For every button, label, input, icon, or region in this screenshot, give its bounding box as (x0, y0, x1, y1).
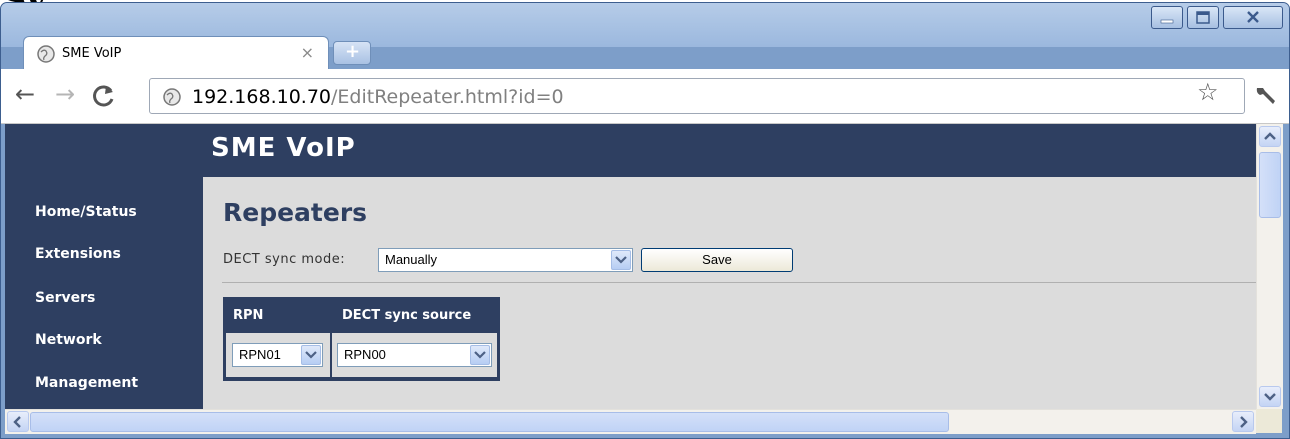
tab-title: SME VoIP (62, 46, 122, 61)
chevron-down-icon (301, 345, 321, 365)
forward-arrow-icon[interactable]: → (55, 82, 75, 106)
vertical-scroll-thumb[interactable] (1259, 152, 1281, 218)
address-bar[interactable]: 192.168.10.70/EditRepeater.html?id=0 (149, 78, 1245, 114)
scroll-left-button[interactable] (7, 411, 29, 432)
browser-toolbar: ← → 192.168.10.70/EditRepeater.html?id=0… (1, 69, 1289, 124)
maximize-button[interactable] (1187, 6, 1219, 29)
minimize-button[interactable] (1151, 6, 1183, 29)
sync-mode-label: DECT sync mode: (223, 252, 346, 267)
new-tab-button[interactable]: + (333, 41, 371, 65)
minimize-icon (1160, 19, 1174, 24)
sidebar-item-extensions[interactable]: Extensions (35, 246, 121, 262)
save-button[interactable]: Save (641, 248, 793, 272)
table-cell-rpn: RPN01 (226, 333, 330, 377)
table-cell-sync-source: RPN00 (332, 333, 497, 377)
wrench-icon[interactable] (1253, 81, 1279, 107)
divider (222, 282, 1256, 283)
repeater-table: RPN DECT sync source RPN01 RPN00 (223, 297, 500, 381)
scroll-up-button[interactable] (1259, 126, 1281, 147)
scroll-right-button[interactable] (1232, 411, 1254, 432)
tab-close-icon[interactable]: × (301, 43, 314, 62)
back-arrow-icon[interactable]: ← (15, 82, 35, 106)
url-text: 192.168.10.70/EditRepeater.html?id=0 (192, 86, 564, 108)
vertical-scrollbar[interactable] (1256, 124, 1283, 409)
column-header-rpn: RPN (233, 308, 264, 323)
maximize-icon (1196, 11, 1210, 24)
sync-mode-select[interactable]: Manually (378, 248, 633, 272)
chevron-right-icon (1240, 416, 1248, 428)
close-icon (1247, 11, 1259, 23)
horizontal-scroll-thumb[interactable] (30, 412, 949, 432)
column-header-sync-source: DECT sync source (342, 308, 472, 323)
scrollbar-corner (1256, 409, 1282, 433)
sidebar-item-servers[interactable]: Servers (35, 290, 95, 306)
rpn-select[interactable]: RPN01 (232, 343, 323, 367)
sync-source-select[interactable]: RPN00 (337, 343, 492, 367)
sidebar-item-home-status[interactable]: Home/Status (35, 204, 137, 220)
chevron-left-icon (13, 416, 21, 428)
horizontal-scrollbar[interactable] (5, 409, 1256, 434)
url-host: 192.168.10.70 (192, 86, 332, 108)
scroll-down-button[interactable] (1259, 386, 1281, 407)
close-window-button[interactable] (1223, 6, 1283, 29)
rpn-value: RPN01 (239, 347, 281, 362)
page-viewport: SME VoIP Home/Status Extensions Servers … (5, 124, 1256, 409)
reload-icon[interactable] (91, 83, 117, 109)
tab-sme-voip[interactable]: SME VoIP × (23, 36, 329, 70)
bookmark-star-icon[interactable]: ☆ (1197, 78, 1219, 106)
page-title: Repeaters (223, 198, 368, 227)
plus-icon: + (345, 41, 361, 62)
site-brand: SME VoIP (211, 133, 356, 163)
chevron-down-icon (611, 250, 631, 270)
chevron-down-icon (1264, 393, 1276, 401)
sidebar-item-network[interactable]: Network (35, 332, 102, 348)
sidebar-nav: Home/Status Extensions Servers Network M… (5, 177, 203, 409)
chevron-up-icon (1264, 132, 1276, 140)
browser-window: SME VoIP × + ← → 192.168.10.70/EditRepea… (0, 2, 1290, 439)
globe-icon (37, 45, 55, 63)
site-header: SME VoIP (5, 124, 1256, 177)
page-globe-icon (163, 88, 181, 106)
url-path: /EditRepeater.html?id=0 (331, 86, 564, 108)
chevron-down-icon (470, 345, 490, 365)
sync-mode-value: Manually (385, 252, 438, 267)
sync-source-value: RPN00 (344, 347, 386, 362)
sidebar-item-management[interactable]: Management (35, 375, 138, 391)
